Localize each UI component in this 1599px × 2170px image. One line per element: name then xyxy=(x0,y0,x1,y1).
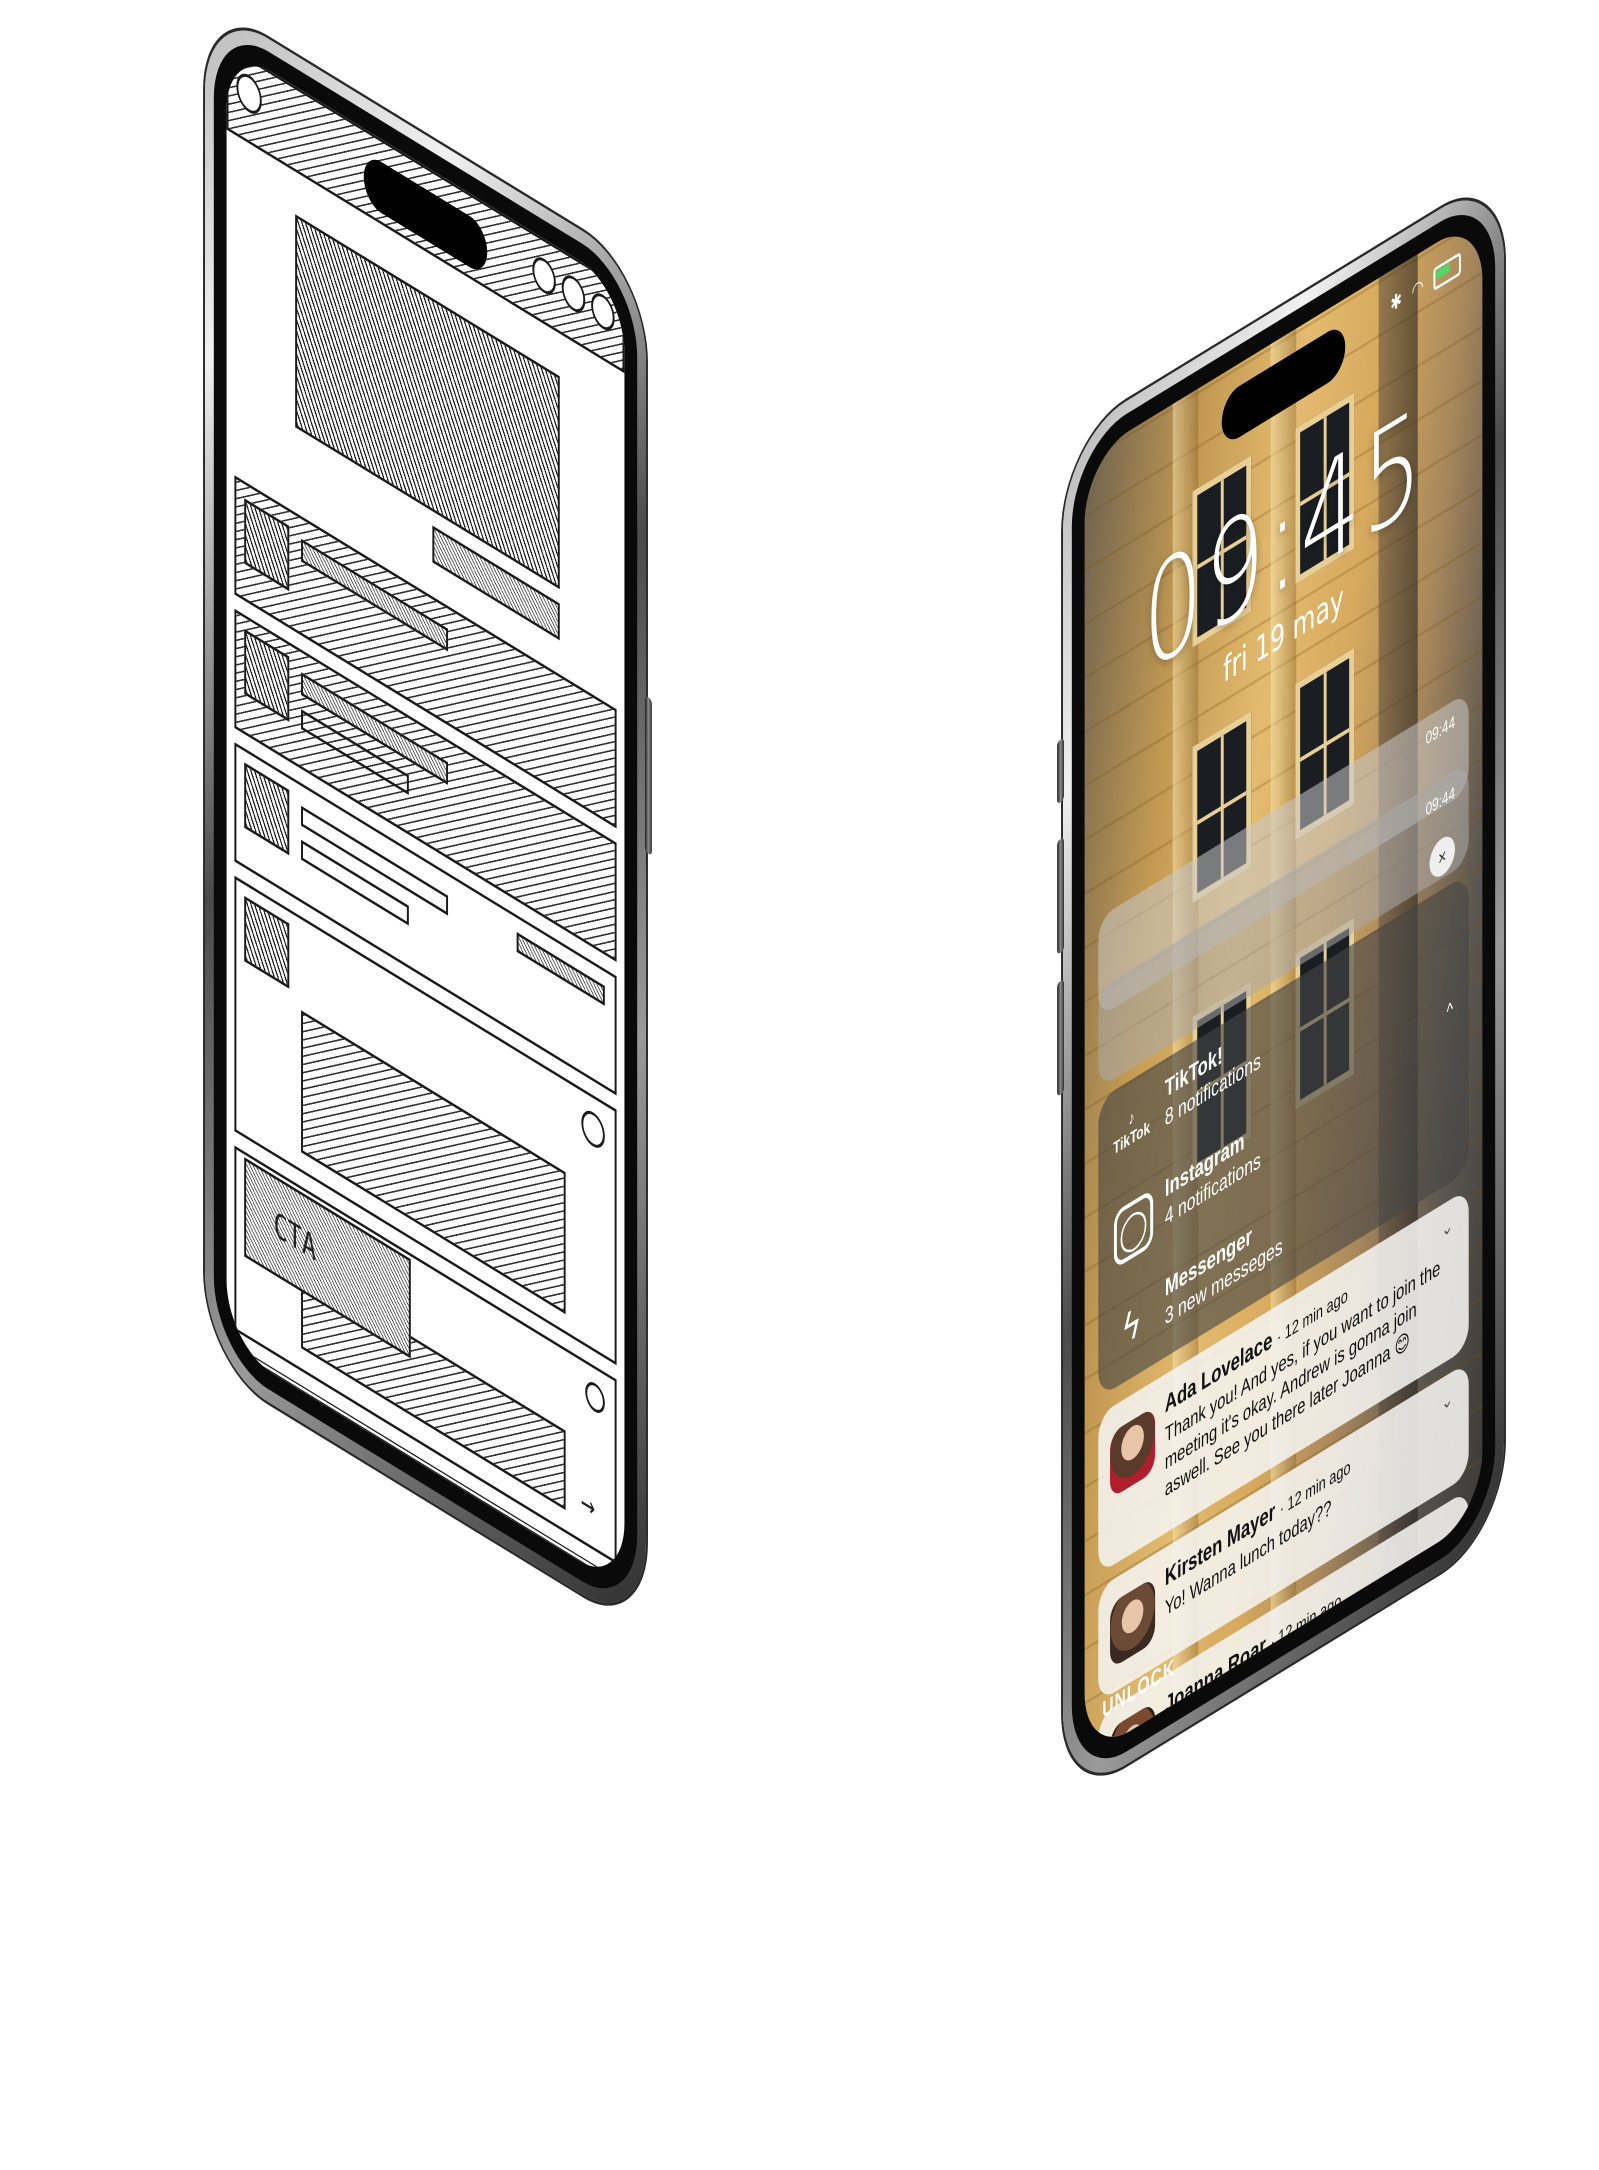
notification-time: 09:44 xyxy=(1425,711,1455,750)
avatar xyxy=(1110,1576,1156,1670)
action-button xyxy=(1057,737,1064,805)
battery-icon xyxy=(1433,251,1461,291)
side-button xyxy=(645,695,652,856)
expand-icon[interactable]: ⌄ xyxy=(1442,1385,1453,1416)
arrow-right-icon[interactable]: → xyxy=(581,1480,595,1528)
lockscreen-phone-view: ✱ ◠ 09:45 fri 19 may 09:44 09:44 × ♪ TikT… xyxy=(800,0,1599,2170)
messenger-icon: ϟ xyxy=(1123,1297,1140,1355)
instagram-icon: ◯ xyxy=(1113,1188,1154,1270)
wireframe-phone-view: CTA → xyxy=(0,0,800,2170)
volume-up-button xyxy=(1057,837,1064,955)
avatar xyxy=(1110,1406,1156,1499)
notification-time: 09:44 xyxy=(1425,782,1455,821)
lockscreen-phone: ✱ ◠ 09:45 fri 19 may 09:44 09:44 × ♪ TikT… xyxy=(1057,170,1504,1804)
tiktok-icon: ♪ TikTok xyxy=(1113,1106,1151,1160)
expand-icon[interactable]: ⌄ xyxy=(1442,1212,1453,1243)
wifi-icon: ◠ xyxy=(1411,273,1424,304)
wireframe-phone: CTA → xyxy=(205,0,652,1634)
volume-down-button xyxy=(1057,979,1064,1097)
lockscreen: ✱ ◠ 09:45 fri 19 may 09:44 09:44 × ♪ TikT… xyxy=(1084,214,1483,1759)
collapse-icon[interactable]: ^ xyxy=(1447,996,1453,1023)
wireframe-screen: CTA → xyxy=(226,44,625,1589)
